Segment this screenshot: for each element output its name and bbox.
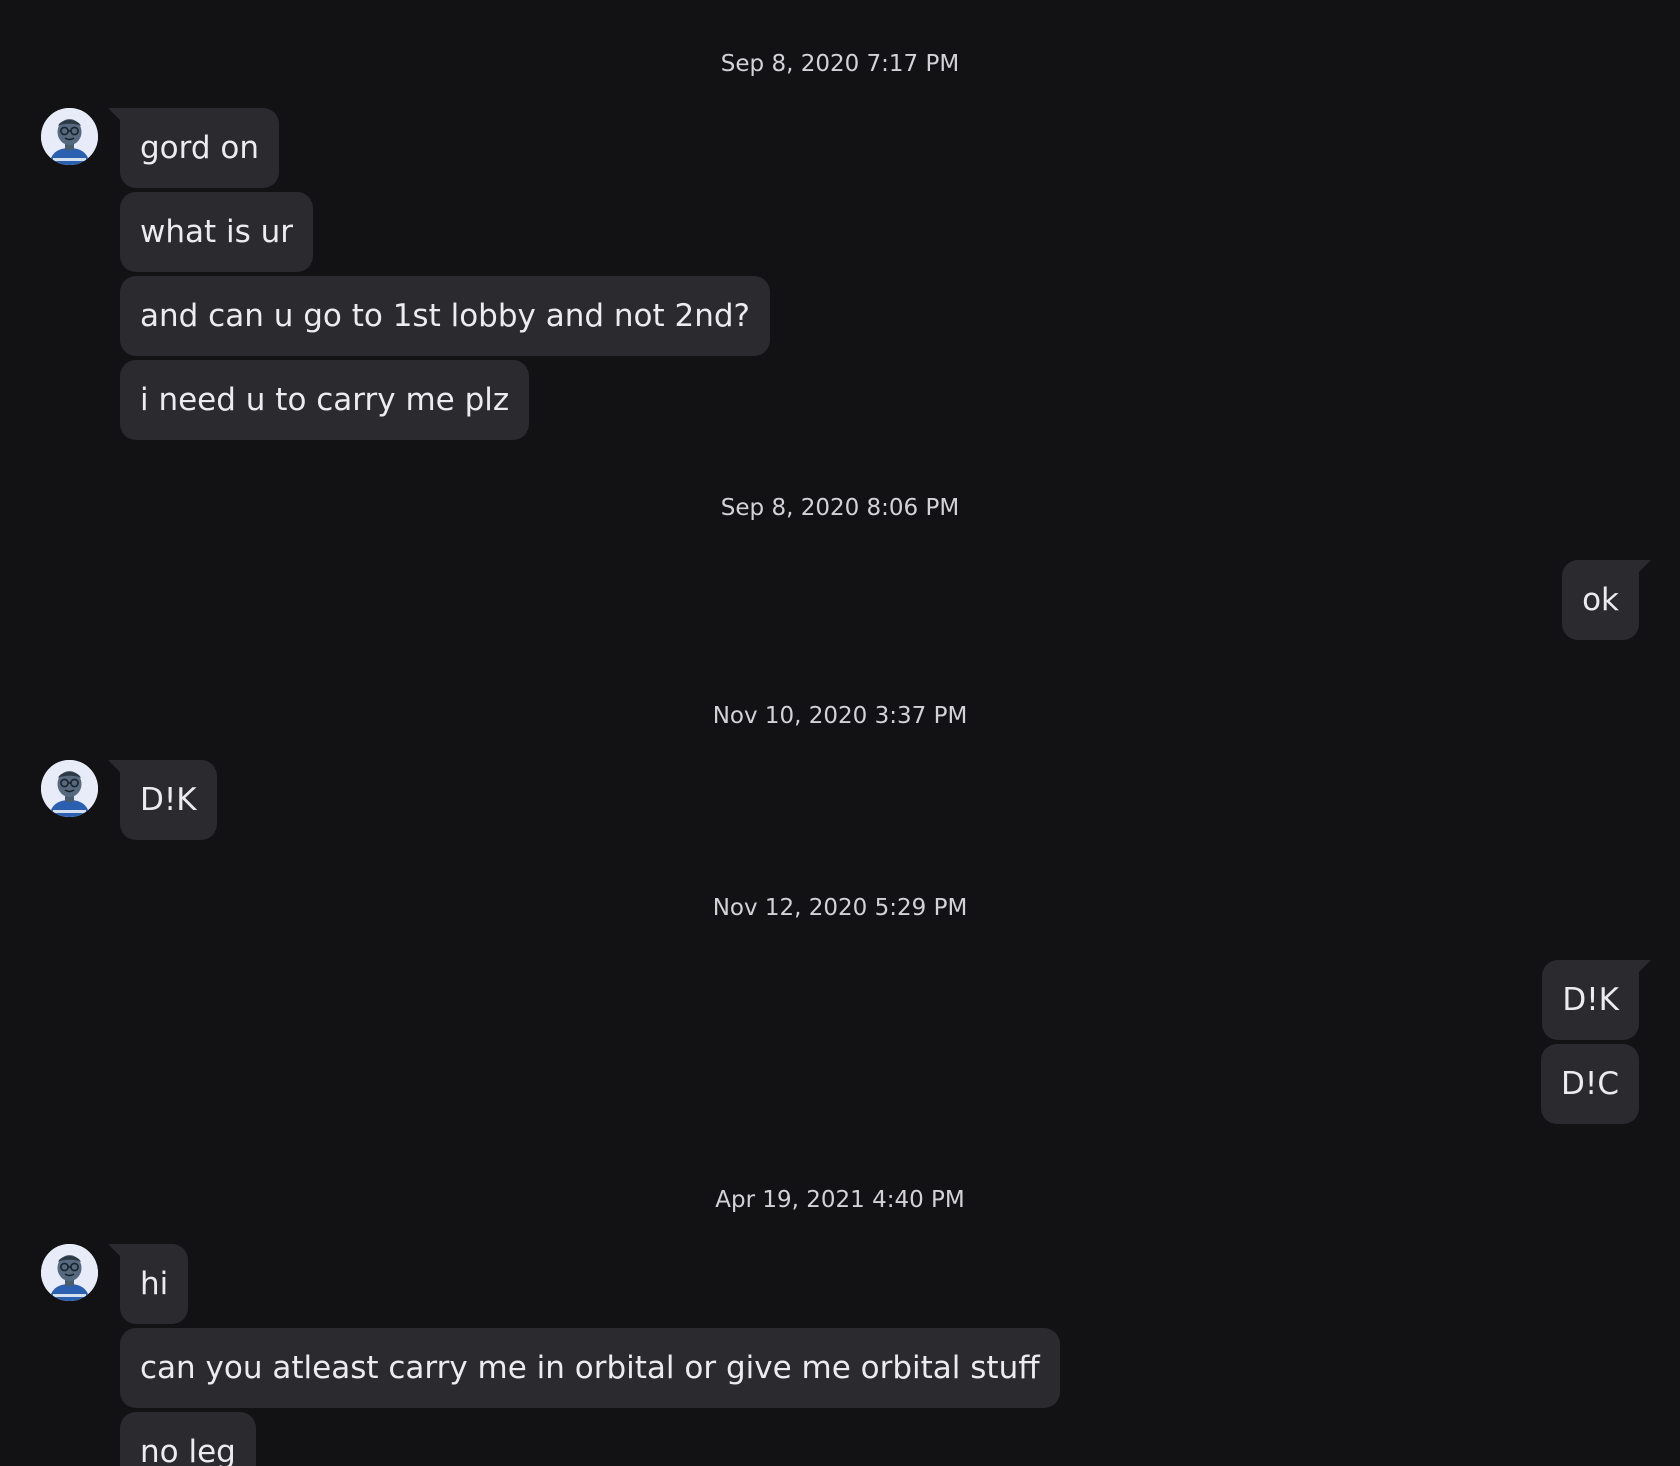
outgoing-message-bubble[interactable]: ok (1562, 560, 1651, 640)
incoming-message-bubble[interactable]: no leg (120, 1412, 256, 1466)
incoming-message-bubble[interactable]: what is ur (120, 192, 314, 272)
chat-thread[interactable]: Sep 8, 2020 7:17 PM gord on what is ur and… (0, 0, 1680, 1466)
user-avatar-icon[interactable] (41, 1244, 98, 1301)
incoming-message-bubble[interactable]: can you atleast carry me in orbital or g… (120, 1328, 1060, 1408)
incoming-message-bubble[interactable]: hi (107, 1244, 189, 1324)
incoming-message-bubble[interactable]: gord on (108, 108, 279, 188)
incoming-message-bubble[interactable]: and can u go to 1st lobby and not 2nd? (120, 276, 771, 356)
outgoing-message-bubble[interactable]: D!K (1542, 960, 1651, 1040)
incoming-message-group: hi can you atleast carry me in orbital or… (0, 1244, 1680, 1466)
outgoing-message-group: ok (0, 560, 1680, 644)
message-timestamp: Nov 12, 2020 5:29 PM (712, 895, 968, 921)
incoming-message-bubble[interactable]: i need u to carry me plz (120, 360, 530, 440)
incoming-message-bubble[interactable]: D!K (108, 760, 217, 840)
message-timestamp: Nov 10, 2020 3:37 PM (712, 703, 968, 729)
user-avatar-icon[interactable] (41, 108, 98, 165)
user-avatar-icon[interactable] (41, 760, 98, 817)
outgoing-message-group: D!K D!C (0, 960, 1680, 1128)
incoming-message-group: D!K (0, 760, 1680, 844)
outgoing-message-bubble[interactable]: D!C (1541, 1044, 1639, 1124)
incoming-message-group: gord on what is ur and can u go to 1st lob… (0, 108, 1680, 444)
message-timestamp: Sep 8, 2020 7:17 PM (720, 51, 960, 77)
message-timestamp: Apr 19, 2021 4:40 PM (715, 1187, 965, 1213)
message-timestamp: Sep 8, 2020 8:06 PM (720, 495, 960, 521)
